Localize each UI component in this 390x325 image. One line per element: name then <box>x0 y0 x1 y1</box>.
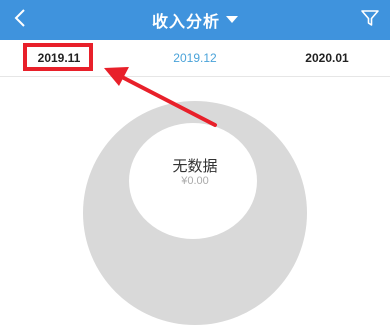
annotation-arrow <box>104 67 217 127</box>
